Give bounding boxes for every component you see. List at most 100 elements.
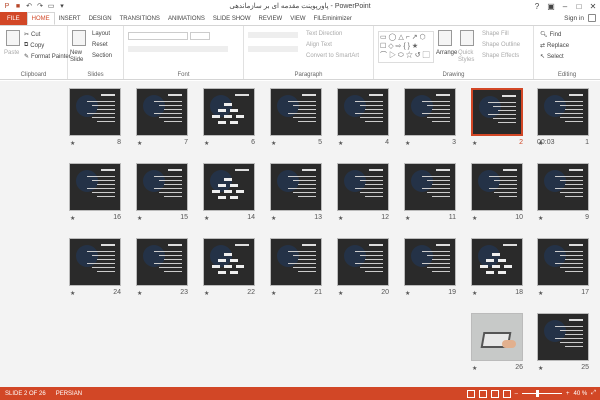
find-button[interactable]: 🔍︎ Find: [540, 31, 561, 39]
align-text-button[interactable]: Align Text: [306, 42, 332, 48]
zoom-out-icon[interactable]: –: [515, 391, 518, 397]
convert-smartart-button[interactable]: Convert to SmartArt: [306, 53, 359, 59]
slide-thumbnail[interactable]: [471, 88, 523, 136]
transition-icon[interactable]: ★: [70, 290, 75, 297]
slide-thumbnail[interactable]: [136, 88, 188, 136]
slide-thumbnail[interactable]: [136, 163, 188, 211]
reading-view-icon[interactable]: [490, 389, 499, 398]
fit-slide-icon[interactable]: ⤢: [591, 390, 596, 397]
transition-icon[interactable]: ★: [538, 290, 543, 297]
slide-thumbnail[interactable]: [203, 238, 255, 286]
arrange-button[interactable]: Arrange: [436, 50, 457, 56]
list-buttons[interactable]: [248, 32, 298, 38]
tab-review[interactable]: REVIEW: [255, 12, 287, 25]
quick-styles-icon[interactable]: [460, 30, 474, 46]
transition-icon[interactable]: ★: [472, 215, 477, 222]
shape-fill-button[interactable]: Shape Fill: [482, 31, 509, 37]
tab-insert[interactable]: INSERT: [55, 12, 85, 25]
zoom-slider-thumb[interactable]: [535, 390, 539, 397]
slide-thumbnail[interactable]: [270, 88, 322, 136]
transition-icon[interactable]: ★: [405, 290, 410, 297]
language-indicator[interactable]: PERSIAN: [51, 391, 87, 397]
transition-icon[interactable]: ★: [204, 290, 209, 297]
transition-icon[interactable]: ★: [405, 215, 410, 222]
transition-icon[interactable]: ★: [70, 215, 75, 222]
slide-thumbnail[interactable]: [404, 238, 456, 286]
tab-slide-show[interactable]: SLIDE SHOW: [209, 12, 255, 25]
select-button[interactable]: ↖ Select: [540, 53, 564, 61]
transition-icon[interactable]: ★: [204, 140, 209, 147]
transition-icon[interactable]: ★: [538, 215, 543, 222]
ribbon-display-icon[interactable]: ▣: [544, 0, 558, 12]
reset-button[interactable]: Reset: [92, 42, 108, 48]
font-size-dropdown[interactable]: [190, 32, 210, 40]
font-formatting-buttons[interactable]: [128, 46, 228, 52]
normal-view-icon[interactable]: [466, 389, 475, 398]
paste-button[interactable]: Paste: [4, 50, 19, 56]
transition-icon[interactable]: ★: [338, 290, 343, 297]
tab-file[interactable]: FILE: [0, 12, 27, 25]
transition-icon[interactable]: ★: [271, 140, 276, 147]
transition-icon[interactable]: ★: [204, 215, 209, 222]
tab-animations[interactable]: ANIMATIONS: [164, 12, 209, 25]
transition-icon[interactable]: ★: [137, 215, 142, 222]
maximize-icon[interactable]: □: [572, 0, 586, 12]
shapes-gallery[interactable]: ▭ ◯ △ ⌐ ↗ ⬡ ☐ ◇ ⇨ { } ★ ⌒ ▷ ⬭ ☆ ↺ ▢: [378, 31, 434, 63]
slide-thumbnail[interactable]: [337, 238, 389, 286]
slide-thumbnail[interactable]: [404, 88, 456, 136]
slide-thumbnail[interactable]: [136, 238, 188, 286]
transition-icon[interactable]: ★: [137, 290, 142, 297]
slideshow-view-icon[interactable]: [502, 389, 511, 398]
transition-icon[interactable]: ★: [338, 140, 343, 147]
sign-in-label[interactable]: Sign in: [564, 15, 584, 22]
close-icon[interactable]: ✕: [586, 0, 600, 12]
transition-icon[interactable]: ★: [70, 140, 75, 147]
alignment-buttons[interactable]: [248, 46, 298, 52]
new-slide-button[interactable]: New Slide: [70, 50, 90, 64]
slide-thumbnail[interactable]: [537, 163, 589, 211]
slide-thumbnail[interactable]: [537, 88, 589, 136]
cut-button[interactable]: ✂ Cut: [24, 31, 40, 39]
slide-thumbnail[interactable]: [203, 88, 255, 136]
slide-thumbnail[interactable]: [69, 238, 121, 286]
tab-fileminimizer[interactable]: FILEminimizer: [310, 12, 356, 25]
layout-button[interactable]: Layout: [92, 31, 110, 37]
arrange-icon[interactable]: [438, 30, 452, 46]
transition-icon[interactable]: ★: [271, 215, 276, 222]
slide-thumbnail[interactable]: [270, 238, 322, 286]
shape-effects-button[interactable]: Shape Effects: [482, 53, 519, 59]
zoom-in-icon[interactable]: +: [566, 391, 570, 397]
tab-transitions[interactable]: TRANSITIONS: [116, 12, 164, 25]
slide-thumbnail[interactable]: [203, 163, 255, 211]
slide-thumbnail[interactable]: [471, 238, 523, 286]
slide-sorter-view-icon[interactable]: [478, 389, 487, 398]
minimize-icon[interactable]: –: [558, 0, 572, 12]
transition-icon[interactable]: ★: [405, 140, 410, 147]
tab-design[interactable]: DESIGN: [85, 12, 116, 25]
transition-icon[interactable]: ★: [538, 365, 543, 372]
text-direction-button[interactable]: Text Direction: [306, 31, 342, 37]
slide-thumbnail[interactable]: [337, 88, 389, 136]
transition-icon[interactable]: ★: [472, 290, 477, 297]
transition-icon[interactable]: ★: [137, 140, 142, 147]
slide-thumbnail[interactable]: [537, 313, 589, 361]
quick-styles-button[interactable]: Quick Styles: [458, 50, 478, 64]
zoom-slider[interactable]: [521, 390, 562, 397]
replace-button[interactable]: ⇄ Replace: [540, 42, 569, 50]
zoom-level[interactable]: 40 %: [574, 391, 588, 397]
new-slide-icon[interactable]: [72, 30, 86, 46]
slide-thumbnail[interactable]: [471, 313, 523, 361]
slide-thumbnail[interactable]: [69, 88, 121, 136]
slide-thumbnail[interactable]: [537, 238, 589, 286]
tab-view[interactable]: VIEW: [286, 12, 309, 25]
slide-thumbnail[interactable]: [270, 163, 322, 211]
paste-icon[interactable]: [6, 30, 20, 46]
avatar[interactable]: [588, 14, 596, 22]
section-button[interactable]: Section: [92, 53, 112, 59]
slide-thumbnail[interactable]: [69, 163, 121, 211]
shape-outline-button[interactable]: Shape Outline: [482, 42, 520, 48]
font-name-dropdown[interactable]: [128, 32, 188, 40]
copy-button[interactable]: ⧉ Copy: [24, 42, 44, 49]
transition-icon[interactable]: ★: [271, 290, 276, 297]
transition-icon[interactable]: ★: [472, 365, 477, 372]
